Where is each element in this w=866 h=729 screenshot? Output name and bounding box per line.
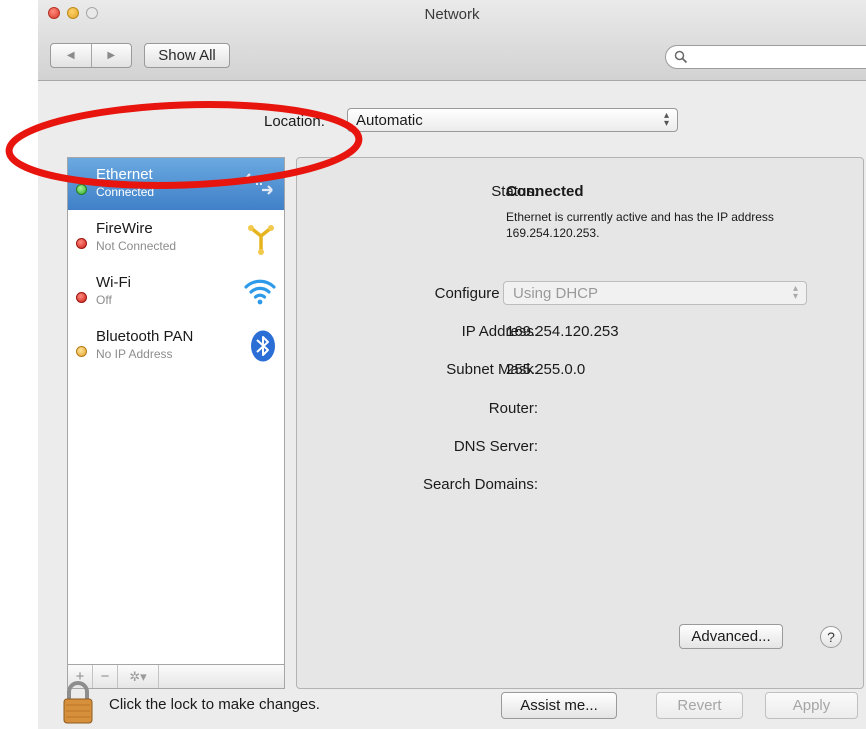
back-button[interactable]: ◀	[51, 44, 91, 67]
forward-button[interactable]: ▶	[90, 44, 132, 67]
firewire-icon	[248, 225, 274, 255]
dns-server-label: DNS Server:	[453, 438, 538, 455]
search-field[interactable]	[665, 45, 866, 69]
service-name: Ethernet	[96, 166, 153, 183]
service-item-wifi[interactable]: Wi-Fi Off	[68, 266, 284, 318]
search-domains-label: Search Domains:	[422, 476, 538, 493]
status-dot-yellow	[76, 346, 87, 357]
location-label: Location:	[264, 113, 325, 130]
service-status: Off	[96, 293, 112, 307]
service-status: No IP Address	[96, 347, 173, 361]
service-item-ethernet[interactable]: Ethernet Connected	[68, 158, 284, 210]
lock-icon[interactable]	[60, 680, 96, 726]
apply-button[interactable]: Apply	[765, 692, 858, 719]
status-dot-green	[76, 184, 87, 195]
wifi-icon	[244, 279, 276, 305]
service-status: Connected	[96, 185, 155, 199]
ip-address-value: 169.254.120.253	[506, 323, 619, 340]
router-label: Router:	[488, 400, 538, 417]
service-detail-panel: Status: Connected Ethernet is currently …	[296, 157, 864, 689]
network-services-list: Ethernet Connected FireWire Not Connecte…	[67, 157, 285, 665]
status-description: Ethernet is currently active and has the…	[506, 210, 774, 240]
assist-me-button[interactable]: Assist me...	[501, 692, 617, 719]
service-list-toolbar: + − ✲▾	[67, 665, 285, 689]
search-icon	[674, 50, 688, 64]
show-all-button[interactable]: Show All	[144, 43, 230, 68]
lock-message: Click the lock to make changes.	[109, 696, 320, 713]
chevron-updown-icon: ▴ ▾	[663, 110, 669, 129]
service-name: Bluetooth PAN	[96, 328, 194, 345]
location-value: Automatic	[356, 112, 423, 129]
status-value: Connected	[506, 183, 584, 200]
revert-button[interactable]: Revert	[656, 692, 743, 719]
network-preferences-window: Network ◀ ▶ Show All Location: Automatic…	[38, 0, 866, 729]
configure-ipv4-select[interactable]: Using DHCP ▴ ▾	[503, 281, 807, 305]
service-item-bluetooth-pan[interactable]: Bluetooth PAN No IP Address	[68, 320, 284, 372]
remove-service-button[interactable]: −	[93, 665, 118, 688]
back-forward-control: ◀ ▶	[50, 43, 132, 68]
bluetooth-icon	[251, 330, 275, 362]
window-title: Network	[424, 6, 480, 23]
status-dot-red	[76, 238, 87, 249]
service-name: FireWire	[96, 220, 153, 237]
chevron-updown-icon: ▴ ▾	[792, 283, 798, 302]
service-status: Not Connected	[96, 239, 177, 253]
help-button[interactable]: ?	[820, 626, 842, 648]
gear-action-menu-button[interactable]: ✲▾	[118, 665, 159, 688]
configure-ipv4-value: Using DHCP	[513, 285, 599, 302]
status-dot-red	[76, 292, 87, 303]
title-bar: Network ◀ ▶ Show All	[38, 0, 866, 81]
advanced-button[interactable]: Advanced...	[679, 624, 783, 649]
service-item-firewire[interactable]: FireWire Not Connected	[68, 212, 284, 264]
ethernet-icon	[245, 173, 273, 195]
subnet-mask-value: 255.255.0.0	[506, 361, 586, 378]
location-select[interactable]: Automatic ▴ ▾	[347, 108, 678, 132]
service-name: Wi-Fi	[96, 274, 131, 291]
